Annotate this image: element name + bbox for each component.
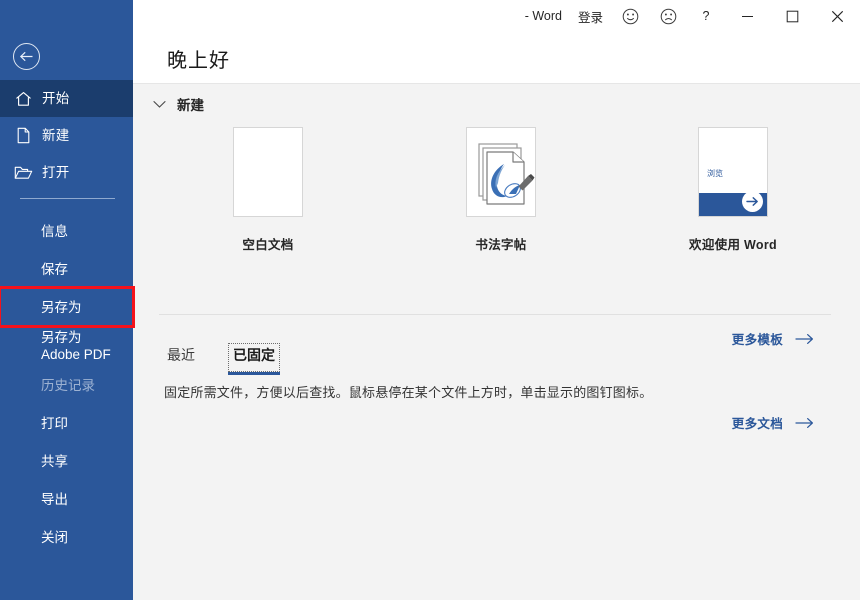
templates-divider	[159, 314, 831, 315]
sidebar-item-label: 另存为 Adobe PDF	[41, 330, 111, 362]
template-caption: 书法字帖	[475, 238, 527, 252]
thumbnail-browse-label: 浏览	[707, 169, 723, 178]
tab-pinned[interactable]: 已固定	[228, 343, 280, 375]
arrow-right-icon	[795, 333, 814, 345]
more-templates-label: 更多模板	[731, 333, 783, 347]
sidebar-item-open[interactable]: 打开	[0, 154, 133, 191]
more-documents-label: 更多文档	[731, 417, 783, 431]
template-thumbnail: 浏览	[698, 127, 768, 217]
sidebar-item-label: 导出	[41, 491, 68, 507]
template-caption: 欢迎使用 Word	[689, 238, 777, 252]
new-document-icon	[14, 126, 33, 145]
more-templates-link[interactable]: 更多模板	[732, 329, 814, 348]
template-calligraphy[interactable]: 书法字帖	[421, 127, 581, 253]
sidebar-item-label: 打印	[41, 415, 68, 431]
home-icon	[14, 89, 33, 108]
maximize-button[interactable]	[770, 0, 815, 32]
sidebar-item-label: 历史记录	[41, 377, 95, 393]
sidebar-item-label: 保存	[41, 261, 68, 277]
sidebar-item-print[interactable]: 打印	[0, 404, 133, 442]
title-bar: - Word 登录 ?	[133, 0, 860, 32]
new-section-header[interactable]: 新建	[151, 94, 204, 114]
app-title: - Word	[524, 9, 562, 23]
tab-label: 最近	[167, 347, 195, 363]
documents-tabs: 最近 已固定	[164, 343, 310, 375]
arrow-right-icon	[795, 417, 814, 429]
sidebar-primary-nav: 开始 新建 打开	[0, 80, 133, 191]
minimize-button[interactable]	[725, 0, 770, 32]
template-gallery: 空白文档 书法字帖 浏览 欢迎使用 Word	[133, 127, 860, 272]
sidebar-secondary-nav: 信息 保存 另存为 另存为 Adobe PDF 历史记录 打印 共享 导出 关闭	[0, 212, 135, 556]
page-title: 晚上好	[167, 50, 230, 72]
template-welcome-to-word[interactable]: 浏览 欢迎使用 Word	[653, 127, 813, 253]
sidebar-item-label: 开始	[42, 90, 70, 106]
word-backstage-window: 开始 新建 打开 信息 保存 另存为 另存为 Adobe PDF 历史记录 打印…	[0, 0, 860, 600]
tab-label: 已固定	[233, 347, 275, 363]
pinned-empty-description: 固定所需文件，方便以后查找。鼠标悬停在某个文件上方时，单击显示的图钉图标。	[164, 385, 653, 400]
sidebar-item-label: 共享	[41, 453, 68, 469]
back-arrow-button[interactable]	[13, 43, 40, 70]
back-arrow-icon	[19, 50, 34, 63]
arrow-right-icon	[742, 191, 763, 212]
sidebar-item-home[interactable]: 开始	[0, 80, 133, 117]
tab-recent[interactable]: 最近	[164, 345, 198, 372]
help-button[interactable]: ?	[687, 0, 725, 32]
backstage-sidebar: 开始 新建 打开 信息 保存 另存为 另存为 Adobe PDF 历史记录 打印…	[0, 0, 135, 600]
calligraphy-brush-icon	[467, 143, 535, 216]
new-section-title: 新建	[177, 98, 204, 113]
smiley-face-icon[interactable]	[611, 0, 649, 32]
sidebar-item-label: 打开	[42, 164, 70, 180]
sidebar-item-export[interactable]: 导出	[0, 480, 133, 518]
greeting-bar	[133, 32, 860, 84]
sidebar-item-label: 关闭	[41, 529, 68, 545]
sidebar-item-label: 另存为	[41, 299, 82, 315]
close-button[interactable]	[815, 0, 860, 32]
sidebar-divider	[20, 198, 115, 199]
sidebar-item-save-as-adobe-pdf[interactable]: 另存为 Adobe PDF	[0, 326, 133, 366]
template-thumbnail	[466, 127, 536, 217]
more-documents-link[interactable]: 更多文档	[732, 413, 814, 432]
sidebar-item-info[interactable]: 信息	[0, 212, 133, 250]
sidebar-item-new[interactable]: 新建	[0, 117, 133, 154]
sidebar-item-share[interactable]: 共享	[0, 442, 133, 480]
sidebar-item-history: 历史记录	[0, 366, 133, 404]
template-caption: 空白文档	[242, 238, 294, 252]
sidebar-item-close[interactable]: 关闭	[0, 518, 133, 556]
sign-in-button[interactable]: 登录	[570, 0, 611, 32]
sidebar-item-label: 信息	[41, 223, 68, 239]
frowning-face-icon[interactable]	[649, 0, 687, 32]
backstage-content: 晚上好 新建 空白文档 书法字帖 浏览 欢迎使用 Word 更多模板 最近 已固…	[133, 32, 860, 600]
template-blank-document[interactable]: 空白文档	[188, 127, 348, 253]
template-thumbnail	[233, 127, 303, 217]
sidebar-item-save-as[interactable]: 另存为	[0, 286, 135, 328]
sidebar-item-label: 新建	[42, 127, 70, 143]
sidebar-item-save[interactable]: 保存	[0, 250, 133, 288]
chevron-down-icon	[151, 96, 167, 112]
open-folder-icon	[14, 163, 33, 182]
